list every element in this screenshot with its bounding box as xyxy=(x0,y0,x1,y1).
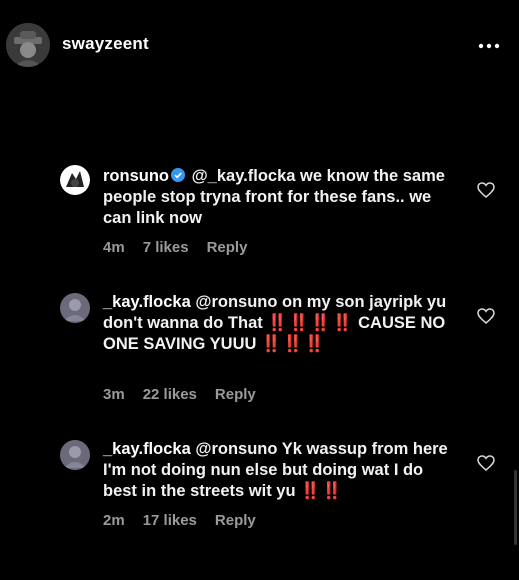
comment-meta: 3m 22 likes Reply xyxy=(103,386,274,403)
comment-time: 4m xyxy=(103,239,125,256)
post-header: swayzeent xyxy=(0,0,519,90)
heart-icon[interactable] xyxy=(477,455,495,471)
commenter-avatar[interactable] xyxy=(60,440,90,470)
double-exclamation-icon: ‼️‼️‼️‼️ xyxy=(267,314,354,332)
more-horizontal-icon[interactable] xyxy=(477,38,501,49)
commenter-avatar[interactable] xyxy=(60,293,90,323)
avatar-icon[interactable] xyxy=(6,23,50,67)
comment-username[interactable]: _kay.flocka xyxy=(103,293,191,311)
comment-likes[interactable]: 7 likes xyxy=(143,239,189,256)
header-username[interactable]: swayzeent xyxy=(62,34,149,54)
scrollbar-thumb[interactable] xyxy=(514,470,517,545)
comment-time: 2m xyxy=(103,512,125,529)
comment-text: ronsuno @_kay.flocka we know the same pe… xyxy=(103,166,448,229)
comment-username[interactable]: _kay.flocka xyxy=(103,440,191,458)
reply-button[interactable]: Reply xyxy=(207,239,248,256)
commenter-avatar[interactable] xyxy=(60,165,90,195)
heart-icon[interactable] xyxy=(477,308,495,324)
double-exclamation-icon: ‼️‼️‼️ xyxy=(261,335,326,353)
comment-username[interactable]: ronsuno xyxy=(103,167,169,185)
reply-button[interactable]: Reply xyxy=(215,512,256,529)
comment-likes[interactable]: 17 likes xyxy=(143,512,197,529)
comment-meta: 4m 7 likes Reply xyxy=(103,239,265,256)
comment-mention[interactable]: @_kay.flocka xyxy=(192,167,296,185)
double-exclamation-icon: ‼️‼️ xyxy=(300,482,344,500)
verified-badge-icon xyxy=(171,168,185,182)
comment-likes[interactable]: 22 likes xyxy=(143,386,197,403)
comment-text: _kay.flocka @ronsuno Yk wassup from here… xyxy=(103,439,448,502)
comment-meta: 2m 17 likes Reply xyxy=(103,512,274,529)
heart-icon[interactable] xyxy=(477,182,495,198)
comment-mention[interactable]: @ronsuno xyxy=(195,440,277,458)
comment-time: 3m xyxy=(103,386,125,403)
comment-text: _kay.flocka @ronsuno on my son jayripk y… xyxy=(103,292,448,355)
comment-mention[interactable]: @ronsuno xyxy=(195,293,277,311)
reply-button[interactable]: Reply xyxy=(215,386,256,403)
